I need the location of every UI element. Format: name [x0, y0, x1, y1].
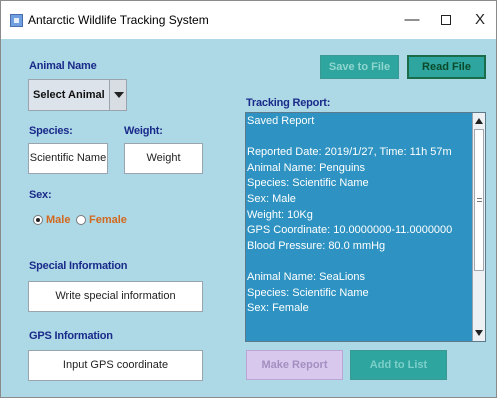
special-info-label: Special Information — [29, 260, 128, 272]
window-title: Antarctic Wildlife Tracking System — [28, 13, 209, 27]
report-line: Species: Scientific Name — [247, 286, 369, 299]
species-field[interactable]: Scientific Name — [28, 143, 108, 174]
report-line: Reported Date: 2019/1/27, Time: 11h 57m — [247, 146, 452, 159]
close-button[interactable]: X — [465, 9, 495, 31]
add-to-list-button[interactable]: Add to List — [350, 350, 447, 380]
animal-name-label: Animal Name — [29, 60, 97, 72]
radio-male-label: Male — [46, 214, 71, 226]
report-line: GPS Coordinate: 10.0000000-11.0000000 — [247, 224, 453, 237]
sex-label: Sex: — [29, 189, 52, 201]
app-window: Antarctic Wildlife Tracking System — X A… — [0, 0, 497, 398]
report-line: Saved Report — [247, 115, 315, 127]
report-text: Saved Report Reported Date: 2019/1/27, Ti… — [247, 115, 472, 318]
weight-label: Weight: — [124, 125, 163, 137]
report-line: Animal Name: SeaLions — [247, 270, 366, 283]
report-line — [247, 131, 472, 147]
main-panel: Animal Name Select Animal Species: Weigh… — [1, 39, 496, 397]
radio-female-label: Female — [89, 214, 127, 226]
chevron-down-icon — [114, 92, 124, 98]
tracking-report-area[interactable]: Saved Report Reported Date: 2019/1/27, Ti… — [245, 112, 486, 342]
minimize-button[interactable]: — — [397, 9, 427, 31]
maximize-button[interactable] — [431, 9, 461, 31]
grip-icon — [477, 198, 482, 202]
app-icon — [10, 14, 23, 27]
save-to-file-button[interactable]: Save to File — [320, 55, 399, 79]
radio-female[interactable]: Female — [76, 214, 128, 228]
report-line: Weight: 10Kg — [247, 208, 313, 221]
report-line: Sex: Male — [247, 192, 296, 205]
maximize-icon — [441, 15, 451, 25]
special-info-field[interactable]: Write special information — [28, 281, 203, 312]
animal-select[interactable]: Select Animal — [28, 79, 127, 111]
tracking-report-label: Tracking Report: — [246, 97, 331, 109]
dropdown-arrow-button[interactable] — [109, 80, 126, 110]
make-report-button[interactable]: Make Report — [246, 350, 343, 380]
scroll-thumb[interactable] — [474, 129, 484, 271]
weight-field[interactable]: Weight — [124, 143, 203, 174]
scroll-up-icon[interactable] — [475, 118, 483, 124]
radio-male[interactable]: Male — [33, 214, 73, 228]
read-file-button[interactable]: Read File — [407, 55, 486, 79]
radio-selected-icon — [33, 215, 43, 225]
report-line: Species: Scientific Name — [247, 177, 369, 190]
radio-unselected-icon — [76, 215, 86, 225]
gps-label: GPS Information — [29, 330, 113, 342]
report-line: Sex: Female — [247, 302, 309, 315]
report-line: Blood Pressure: 80.0 mmHg — [247, 239, 386, 252]
report-line: Animal Name: Penguins — [247, 161, 366, 174]
species-label: Species: — [29, 125, 73, 137]
scroll-down-icon[interactable] — [475, 330, 483, 336]
gps-field[interactable]: Input GPS coordinate — [28, 350, 203, 381]
animal-select-value: Select Animal — [33, 89, 105, 101]
report-scrollbar[interactable] — [472, 113, 485, 341]
report-line — [247, 255, 472, 271]
title-bar: Antarctic Wildlife Tracking System — X — [1, 1, 496, 39]
